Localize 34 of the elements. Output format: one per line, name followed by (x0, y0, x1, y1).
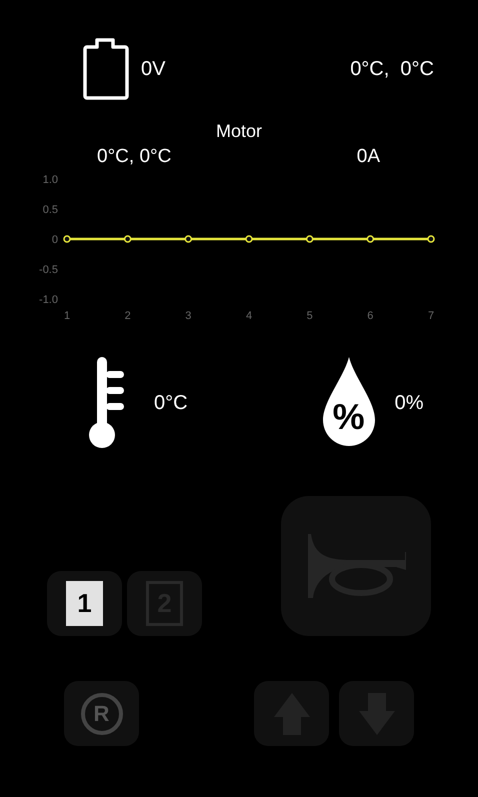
axis-label: 2 (124, 310, 131, 322)
axis-label: -1.0 (39, 294, 58, 306)
data-point (366, 235, 374, 243)
gear-button[interactable]: 1 (47, 571, 122, 636)
axis-label: 4 (246, 310, 252, 322)
axis-label: 0 (52, 234, 58, 246)
axis-label: 7 (428, 310, 434, 322)
data-point (306, 235, 314, 243)
axis-label: -0.5 (39, 264, 58, 276)
horn-button[interactable] (281, 496, 431, 636)
data-point (63, 235, 71, 243)
thermometer-icon (88, 357, 126, 449)
axis-label: 1.0 (42, 174, 58, 186)
axis-label: 6 (367, 310, 374, 322)
battery-icon (83, 38, 129, 100)
voltage-reading: 0V (141, 57, 166, 82)
axis-label: 5 (306, 310, 313, 322)
data-point (124, 235, 132, 243)
axis-label: 3 (185, 310, 192, 322)
motor-temperature: 0°C, 0°C (97, 144, 172, 169)
down-button[interactable] (339, 681, 414, 746)
temperature-reading: 0°C (154, 391, 188, 416)
reverse-button[interactable]: R (64, 681, 139, 746)
percent-symbol: % (332, 399, 365, 435)
humidity-reading: 0% (394, 391, 424, 416)
temperature-reading: 0°C, 0°C (350, 57, 434, 82)
data-point (427, 235, 435, 243)
data-point (245, 235, 253, 243)
motor-current: 0A (356, 144, 380, 169)
data-point (184, 235, 192, 243)
up-button[interactable] (254, 681, 329, 746)
axis-label: 1 (64, 310, 70, 322)
motor-title: Motor (216, 120, 262, 143)
axis-label: 0.5 (42, 204, 58, 216)
